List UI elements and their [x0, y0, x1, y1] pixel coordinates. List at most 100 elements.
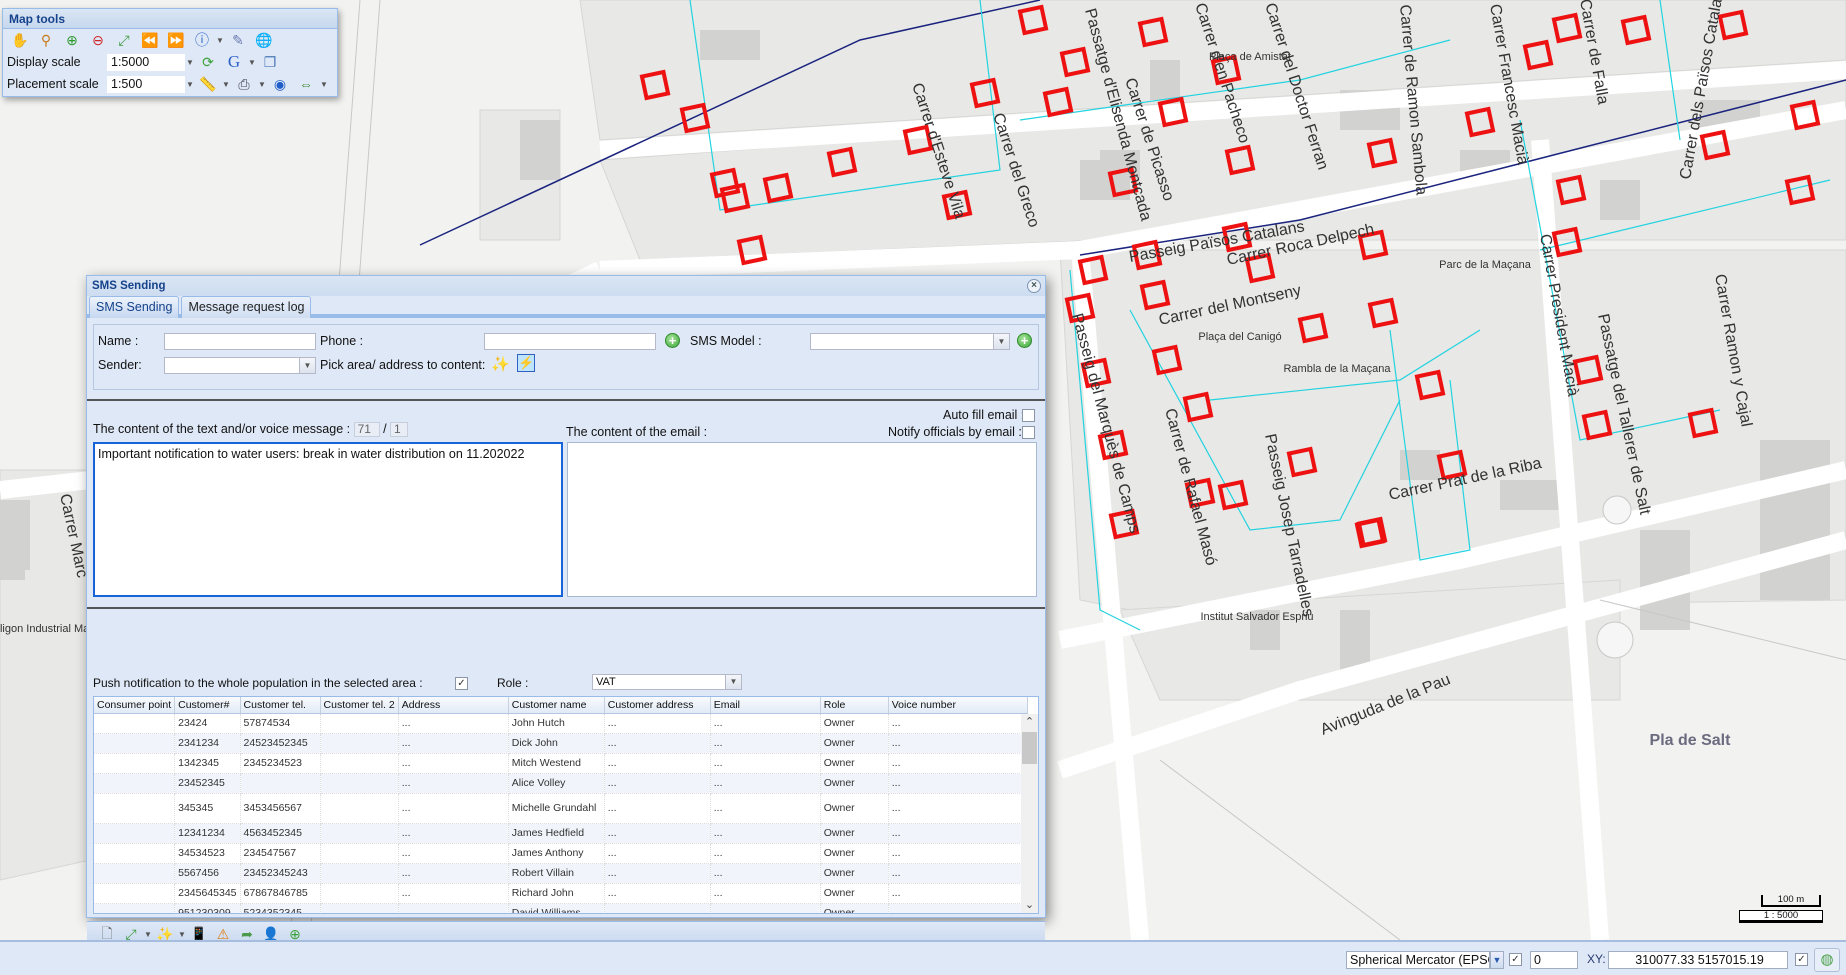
table-cell: ...	[710, 903, 821, 913]
phone-input[interactable]	[484, 333, 656, 350]
close-icon[interactable]: ×	[1027, 279, 1041, 293]
sender-combo[interactable]: ▼	[164, 357, 316, 374]
google-layer-icon[interactable]: G	[221, 52, 247, 72]
table-row[interactable]: 34534523 234547567... James Anthony...... O…	[94, 843, 1028, 864]
scroll-up-icon[interactable]: ⌃	[1021, 714, 1038, 730]
column-header[interactable]: Voice number	[888, 697, 1028, 714]
table-row[interactable]: 5567456 23452345243... Robert Villain.....…	[94, 863, 1028, 884]
table-cell: Michelle Grundahl	[508, 793, 605, 824]
display-scale-combo[interactable]: 1:5000	[107, 53, 185, 71]
column-header[interactable]: Consumer point	[94, 697, 176, 714]
email-textarea[interactable]	[567, 442, 1037, 597]
split-view-icon[interactable]: ⇔	[293, 74, 319, 94]
table-row[interactable]: 2341234 24523452345... Dick John...... Owne…	[94, 733, 1028, 754]
column-header[interactable]: Customer tel. 2	[320, 697, 399, 714]
go-to-coordinate-icon[interactable]: ◍	[1814, 948, 1840, 972]
table-cell	[94, 773, 176, 794]
chevron-down-icon[interactable]: ▼	[319, 80, 329, 89]
table-cell	[94, 733, 176, 754]
chevron-down-icon[interactable]: ▼	[725, 675, 741, 689]
measure-icon[interactable]: 📏	[195, 74, 221, 94]
column-header[interactable]: Customer address	[604, 697, 711, 714]
rotation-input[interactable]: 0	[1530, 951, 1578, 969]
add-sms-model-icon[interactable]: +	[1017, 333, 1032, 348]
chevron-down-icon[interactable]: ▼	[143, 930, 153, 939]
column-header[interactable]: Role	[820, 697, 889, 714]
placement-scale-combo[interactable]: 1:500	[107, 75, 185, 93]
table-cell: ...	[888, 773, 1028, 794]
chevron-down-icon[interactable]: ▼	[185, 58, 195, 67]
table-cell	[320, 713, 399, 734]
name-input[interactable]	[164, 333, 316, 350]
table-cell: James Hedfield	[508, 823, 605, 844]
pick-area-wand-icon[interactable]: ⚡	[517, 354, 535, 372]
info-icon[interactable]: ⓘ	[189, 30, 215, 50]
message-textarea[interactable]	[93, 442, 563, 597]
print-icon[interactable]: ⎙	[231, 74, 257, 94]
table-row[interactable]: 12341234 4563452345... James Hedfield.....…	[94, 823, 1028, 844]
grid-scrollbar[interactable]: ⌃ ⌄	[1021, 714, 1038, 913]
chevron-down-icon[interactable]: ▼	[185, 80, 195, 89]
magic-wand-text-icon[interactable]: ✨	[491, 355, 510, 373]
refresh-icon[interactable]: ⟳	[195, 52, 221, 72]
column-header[interactable]: Customer name	[508, 697, 605, 714]
projection-combo[interactable]: Spherical Mercator (EPSG	[1346, 951, 1490, 969]
count-separator: /	[383, 422, 387, 436]
locate-icon[interactable]: ◉	[267, 74, 293, 94]
scroll-down-icon[interactable]: ⌄	[1021, 897, 1038, 913]
table-row[interactable]: 23452345... Alice Volley...... Owner...	[94, 773, 1028, 794]
column-header[interactable]: Email	[710, 697, 821, 714]
projection-checkbox[interactable]: ✓	[1509, 953, 1522, 966]
zoom-in-icon[interactable]: ⊕	[59, 30, 85, 50]
table-row[interactable]: 951230309 5234352345... David Williams....…	[94, 903, 1028, 913]
chevron-down-icon[interactable]: ▼	[177, 930, 187, 939]
table-cell: Mitch Westend	[508, 753, 605, 774]
xy-coordinates[interactable]: 310077.33 5157015.19	[1608, 951, 1788, 969]
previous-view-icon[interactable]: ⏪	[137, 30, 163, 50]
zoom-out-icon[interactable]: ⊖	[85, 30, 111, 50]
layers-icon[interactable]: ❐	[257, 52, 283, 72]
chevron-down-icon[interactable]: ▼	[1490, 951, 1504, 969]
table-cell	[94, 883, 176, 904]
chevron-down-icon[interactable]: ▼	[299, 358, 315, 373]
tab-message-request-log[interactable]: Message request log	[181, 296, 312, 318]
placement-scale-label: Placement scale	[7, 77, 99, 91]
next-view-icon[interactable]: ⏩	[163, 30, 189, 50]
globe-icon[interactable]: 🌐	[251, 30, 277, 50]
push-notification-checkbox[interactable]: ✓	[455, 677, 468, 690]
role-value: VAT	[596, 676, 616, 688]
chevron-down-icon[interactable]: ▼	[993, 334, 1009, 349]
dialog-header[interactable]: SMS Sending ×	[87, 276, 1045, 296]
table-cell: ...	[710, 713, 821, 734]
column-header[interactable]: Customer tel.	[240, 697, 321, 714]
table-cell: ...	[888, 823, 1028, 844]
notify-officials-checkbox[interactable]	[1022, 426, 1035, 439]
chevron-down-icon[interactable]: ▼	[247, 58, 257, 67]
xy-checkbox[interactable]: ✓	[1795, 953, 1808, 966]
add-phone-icon[interactable]: +	[665, 333, 680, 348]
table-row[interactable]: 345345 3453456567... Michelle Grundahl....…	[94, 793, 1028, 824]
pan-hand-icon[interactable]: ✋	[7, 30, 33, 50]
table-row[interactable]: 23424 57874534... John Hutch...... Owner...	[94, 713, 1028, 734]
zoom-icon[interactable]: ⚲	[33, 30, 59, 50]
scrollbar-thumb[interactable]	[1022, 732, 1037, 764]
tab-sms-sending[interactable]: SMS Sending	[89, 296, 180, 318]
sms-model-combo[interactable]: ▼	[810, 333, 1010, 350]
table-cell	[94, 823, 176, 844]
table-cell: James Anthony	[508, 843, 605, 864]
table-row[interactable]: 2345645345 67867846785... Richard John....…	[94, 883, 1028, 904]
auto-fill-email-checkbox[interactable]	[1022, 409, 1035, 422]
table-row[interactable]: 1342345 2345234523... Mitch Westend...... O…	[94, 753, 1028, 774]
column-header[interactable]: Address	[398, 697, 509, 714]
chevron-down-icon[interactable]: ▼	[215, 36, 225, 45]
table-cell: 5234352345	[240, 903, 321, 913]
edit-icon[interactable]: ✎	[225, 30, 251, 50]
column-header[interactable]: Customer#	[174, 697, 241, 714]
table-cell: 23452345243	[240, 863, 321, 884]
table-cell: ...	[710, 863, 821, 884]
table-cell: 23424	[174, 713, 241, 734]
role-combo[interactable]: VAT ▼	[592, 674, 742, 690]
chevron-down-icon[interactable]: ▼	[221, 80, 231, 89]
zoom-extent-icon[interactable]: ⤢	[111, 30, 137, 50]
chevron-down-icon[interactable]: ▼	[257, 80, 267, 89]
